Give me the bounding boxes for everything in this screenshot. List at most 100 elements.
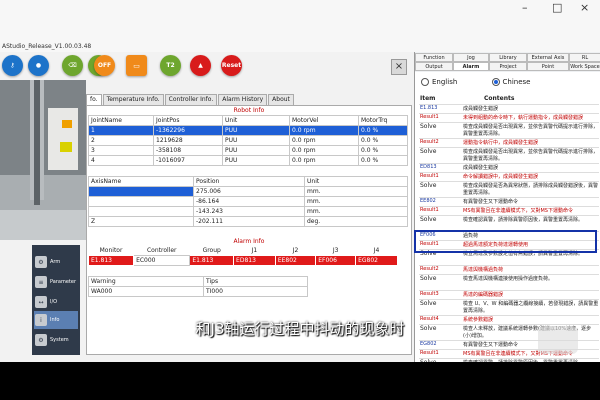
off-button[interactable]: OFF	[94, 55, 115, 76]
user-button[interactable]: ●	[28, 55, 49, 76]
alarm-header: Monitor	[88, 246, 134, 256]
axis-cell: deg.	[304, 216, 408, 227]
alarm-cell: EF006	[315, 255, 357, 266]
alarm-list-item[interactable]: Result3 馬達的編碼器錯誤	[419, 291, 599, 300]
alarm-item-key: Result1	[420, 207, 439, 213]
alarm-list-item[interactable]: Result1 MS有異警且在非連續模式下，又對MS下運動命令	[419, 207, 599, 216]
alarm-list-item[interactable]: Solve 檢查成員觸發是否出現異常，並依告異警代碼提示進行排除，異警重置再清除。	[419, 123, 599, 139]
key-button[interactable]: ⚷	[2, 55, 23, 76]
alarm-item-key: Result3	[420, 291, 439, 297]
warning-cell: WA000	[88, 286, 204, 297]
nav-arm[interactable]: ⚙ Arm	[34, 253, 78, 271]
tab-project[interactable]: Project	[489, 62, 527, 71]
t2-label: T2	[166, 62, 175, 69]
alarm-item-key: Result2	[420, 139, 439, 145]
alarm-list-item[interactable]: Result2 運動指令執行中，成員觸發生錯誤	[419, 139, 599, 148]
io-button[interactable]: ▭	[126, 55, 147, 76]
tab-rl[interactable]: RL	[569, 53, 600, 62]
alarm-list-item[interactable]: Solve 檢查馬達與機構連接使用操作過度負荷。	[419, 275, 599, 291]
alarm-header: J4	[355, 246, 398, 256]
tab-library[interactable]: Library	[489, 53, 527, 62]
clear-button[interactable]: ⌫	[62, 55, 83, 76]
alarm-item-content: 運動指令執行中，成員觸發生錯誤	[463, 140, 539, 146]
alarm-item-key: Result1	[420, 350, 439, 356]
joint-cell: 3	[88, 145, 154, 156]
warning-row[interactable]: WA000 TI000	[88, 286, 308, 297]
tab-about[interactable]: About	[268, 94, 294, 105]
alarm-list-item[interactable]: ED813 成員觸發生錯誤	[419, 164, 599, 173]
english-radio[interactable]	[421, 78, 429, 86]
tab-robot-info[interactable]: fo.	[86, 94, 102, 105]
joint-cell: PUU	[222, 145, 290, 156]
chinese-radio[interactable]	[491, 78, 500, 86]
tab-point[interactable]: Point	[527, 62, 569, 71]
tab-work-space[interactable]: Work Space	[569, 62, 600, 71]
axis-row[interactable]: -86.164 mm.	[88, 196, 408, 207]
alarm-list-item[interactable]: E1.813 成員觸發生錯誤	[419, 105, 599, 114]
joint-cell: 0.0 rpm	[289, 125, 359, 136]
alarm-list-item[interactable]: Result1 未得到組動的命令時下，執行運動指令，成員觸發錯誤	[419, 114, 599, 123]
alarm-item-key: Result1	[420, 173, 439, 179]
axis-row[interactable]: -143.243 mm.	[88, 206, 408, 217]
axis-cell: mm.	[304, 196, 408, 207]
alarm-header-row: Monitor Controller Group J1 J2 J3 J4	[88, 246, 398, 256]
nav-parameter[interactable]: ≡ Parameter	[34, 273, 78, 291]
nav-io-label: I/O	[50, 299, 58, 305]
alarm-list-item[interactable]: Result2 馬達與機構過負荷	[419, 266, 599, 275]
highlight-box	[414, 230, 597, 253]
tab-output[interactable]: Output	[415, 62, 453, 71]
joint-row[interactable]: 3 -358108 PUU 0.0 rpm 0.0 %	[88, 145, 408, 156]
t2-button[interactable]: T2	[160, 55, 181, 76]
item-header: Item	[420, 95, 436, 102]
reset-button[interactable]: Reset	[221, 55, 242, 76]
panel-close-button[interactable]: ×	[391, 59, 407, 75]
english-label: English	[432, 78, 458, 86]
alarm-item-content: 檢查成員觸發是否出現異常，並依告異警代碼提示進行排除，異警重置再清除。	[463, 149, 599, 162]
tips-header: Tips	[203, 276, 308, 287]
tips-cell: TI000	[203, 286, 308, 297]
minimize-button[interactable]: –	[522, 1, 528, 14]
alarm-list-item[interactable]: Solve檢查確認異警，請排除異警原因後，異警重置再清除。	[419, 359, 599, 362]
axis-row[interactable]: Z -202.111 deg.	[88, 216, 408, 227]
header-unit: Unit	[222, 115, 290, 126]
alarm-row[interactable]: E1.813 EC000 E1.813 ED813 EE802 EF006 EG…	[87, 255, 398, 266]
alarm-button[interactable]: ▲	[190, 55, 211, 76]
tab-controller-info[interactable]: Controller Info.	[164, 94, 218, 105]
maximize-button[interactable]: □	[552, 1, 562, 14]
joint-cell: 1219628	[153, 135, 223, 146]
axis-table: AxisName Position Unit 275.006 mm. -86.16…	[88, 176, 408, 227]
joint-cell: -1362296	[153, 125, 223, 136]
joint-cell: 0.0 %	[358, 155, 408, 166]
joint-cell: 2	[88, 135, 154, 146]
alarm-item-content: 馬達的編碼器錯誤	[463, 292, 504, 298]
io-icon: ↔	[35, 296, 47, 308]
alarm-list-item[interactable]: Result1 命令解讀錯誤中，成員觸發生錯誤	[419, 173, 599, 182]
joint-row[interactable]: 4 -1016097 PUU 0.0 rpm 0.0 %	[88, 155, 408, 166]
camera-overlay	[0, 80, 86, 240]
lang-chinese-option[interactable]: Chinese	[491, 78, 530, 86]
tab-alarm[interactable]: Alarm	[453, 62, 489, 71]
alarm-list-item[interactable]: EE802 有異警發生又下運動命令	[419, 198, 599, 207]
tab-temperature-info[interactable]: Temperature Info.	[102, 94, 164, 105]
axis-row[interactable]: 275.006 mm.	[88, 186, 408, 197]
alarm-list-item[interactable]: Solve 檢查成員觸發是否為異常狀態，請排除成員觸發錯誤後，異警重置再清除。	[419, 182, 599, 198]
axis-cell: Z	[88, 216, 194, 227]
video-subtitle: 和J3轴运行过程中抖动的现象时	[195, 320, 405, 338]
nav-io[interactable]: ↔ I/O	[34, 293, 78, 311]
tab-function[interactable]: Function	[415, 53, 453, 62]
alarm-item-key: Solve	[420, 216, 437, 223]
header-axisname: AxisName	[88, 176, 194, 187]
joint-cell: -358108	[153, 145, 223, 156]
alarm-list-item[interactable]: Solve 檢查 U、V、W 和編碼器之纜線接續，若發現錯誤，請異警重置再清除。	[419, 300, 599, 316]
tab-external-axis[interactable]: External Axis	[527, 53, 569, 62]
alarm-item-key: Solve	[420, 300, 437, 307]
joint-row[interactable]: 1 -1362296 PUU 0.0 rpm 0.0 %	[88, 125, 408, 136]
close-window-button[interactable]: ×	[580, 1, 589, 14]
robot-info-title: Robot Info	[233, 107, 265, 114]
lang-english-option[interactable]: English	[421, 78, 457, 86]
alarm-list-item[interactable]: Solve 檢查成員觸發是否出現異常，並依告異警代碼提示進行排除，異警重置再清除。	[419, 148, 599, 164]
joint-cell: 0.0 rpm	[289, 155, 359, 166]
joint-row[interactable]: 2 1219628 PUU 0.0 rpm 0.0 %	[88, 135, 408, 146]
tab-jog[interactable]: Jog	[453, 53, 489, 62]
tab-alarm-history[interactable]: Alarm History	[218, 94, 268, 105]
